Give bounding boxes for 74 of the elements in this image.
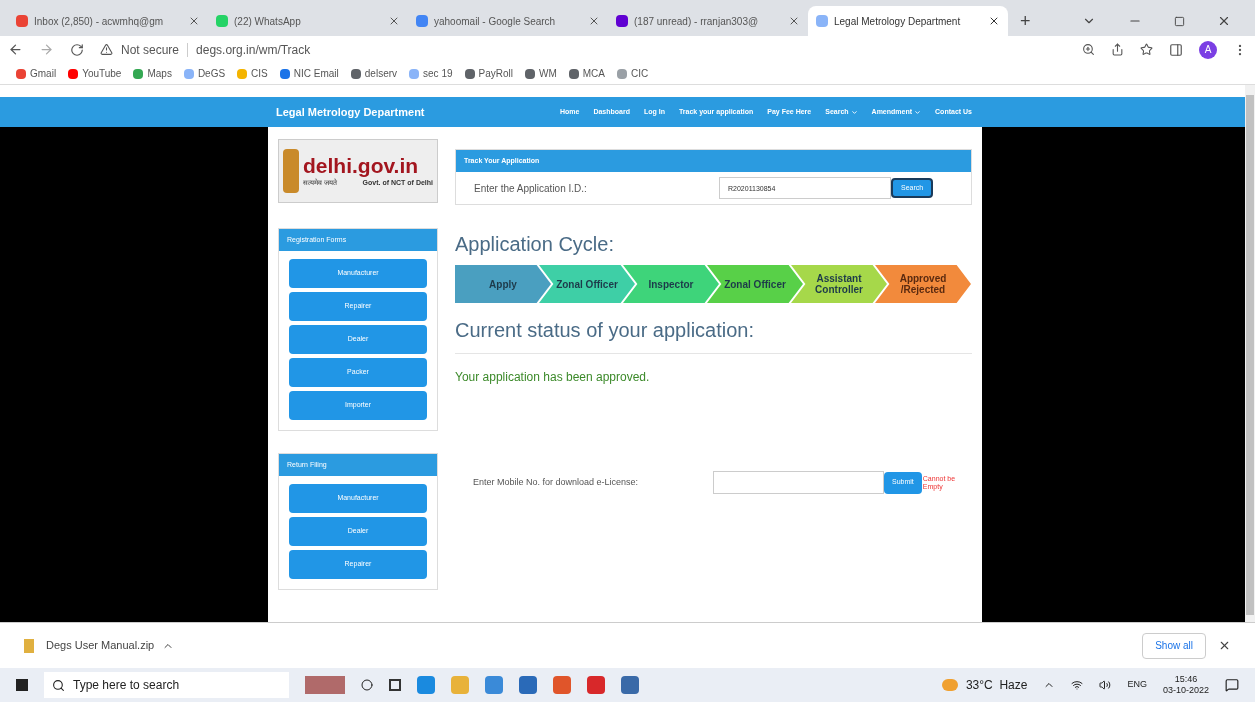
taskbar-app-icon[interactable] xyxy=(519,676,537,694)
security-label: Not secure xyxy=(121,41,180,59)
tab-title: yahoomail - Google Search xyxy=(434,14,557,29)
tab-title: Legal Metrology Department xyxy=(834,14,962,29)
browser-tab[interactable]: (187 unread) - rranjan303@ xyxy=(608,6,808,36)
task-view-icon[interactable] xyxy=(389,679,401,691)
caret-icon xyxy=(850,108,858,116)
weather-text[interactable]: 33°C Haze xyxy=(965,676,1028,694)
tab-title: (22) WhatsApp xyxy=(234,14,302,29)
tab-title: (187 unread) - rranjan303@ xyxy=(634,14,760,29)
tab-title: Inbox (2,850) - acwmhq@gm xyxy=(34,14,165,29)
tab-favicon-icon xyxy=(616,15,628,27)
bookmark[interactable]: MCA xyxy=(568,66,605,81)
side-panel-icon[interactable] xyxy=(1169,42,1183,57)
bookmark[interactable]: YouTube xyxy=(68,66,122,81)
profile-avatar[interactable]: A xyxy=(1199,40,1217,59)
close-icon[interactable] xyxy=(788,15,800,27)
bookmark[interactable]: DeGS xyxy=(183,66,226,81)
bookmark[interactable]: PayRoll xyxy=(464,66,513,81)
mobile-number-field[interactable] xyxy=(713,471,884,494)
bookmark[interactable]: CIS xyxy=(237,66,268,81)
taskbar-search-field[interactable]: Type here to search xyxy=(44,672,289,698)
browser-tab[interactable]: yahoomail - Google Search xyxy=(408,6,608,36)
section-title: Application Cycle: xyxy=(455,232,615,257)
caret-icon xyxy=(914,108,922,116)
field-label: Enter the Application I.D.: xyxy=(474,181,588,196)
taskbar-app-icon[interactable] xyxy=(621,676,639,694)
share-icon[interactable] xyxy=(1111,43,1124,56)
tab-favicon-icon xyxy=(416,15,428,27)
cycle-step: Approved /Rejected xyxy=(875,265,971,303)
speaker-icon[interactable] xyxy=(1099,679,1112,691)
logo-title: delhi.gov.in xyxy=(303,153,420,178)
notification-icon[interactable] xyxy=(1225,678,1239,692)
bookmark[interactable]: WM xyxy=(525,66,557,81)
bookmark[interactable]: NIC Email xyxy=(279,66,339,81)
clock-time[interactable]: 15:46 xyxy=(1174,674,1198,685)
show-all-button[interactable]: Show all xyxy=(1142,632,1206,659)
close-icon[interactable] xyxy=(588,15,600,27)
taskbar-app-icon[interactable] xyxy=(587,676,605,694)
browser-tab[interactable]: Legal Metrology Department xyxy=(808,6,1008,36)
zoom-icon[interactable] xyxy=(1082,43,1095,56)
warning-icon xyxy=(100,43,113,56)
close-icon[interactable] xyxy=(1218,639,1231,652)
scrollbar[interactable] xyxy=(1245,85,1255,622)
close-icon[interactable] xyxy=(188,15,200,27)
bookmark[interactable]: sec 19 xyxy=(409,66,453,81)
close-icon[interactable] xyxy=(388,15,400,27)
bookmark[interactable]: delserv xyxy=(350,66,398,81)
star-icon[interactable] xyxy=(1140,43,1153,56)
browser-tab[interactable]: Inbox (2,850) - acwmhq@gm xyxy=(8,6,208,36)
section-title: Current status of your application: xyxy=(455,315,972,354)
tab-favicon-icon xyxy=(216,15,228,27)
bookmark[interactable]: Maps xyxy=(133,66,172,81)
clock-date[interactable]: 03-10-2022 xyxy=(1162,685,1209,696)
address-bar[interactable]: Not secure degs.org.in/wm/Track xyxy=(100,38,1066,61)
bookmark[interactable]: CIC xyxy=(617,66,649,81)
tab-favicon-icon xyxy=(816,15,828,27)
browser-tab[interactable]: (22) WhatsApp xyxy=(208,6,408,36)
bookmark[interactable]: Gmail xyxy=(16,66,57,81)
url-text: degs.org.in/wm/Track xyxy=(196,41,311,59)
search-icon xyxy=(52,678,65,692)
close-icon[interactable] xyxy=(988,15,1000,27)
reload-icon[interactable] xyxy=(70,42,84,57)
language-indicator[interactable]: ENG xyxy=(1127,678,1147,692)
back-icon[interactable] xyxy=(8,42,23,57)
status-message: Your application has been approved. xyxy=(455,369,651,386)
new-tab-button[interactable]: + xyxy=(1008,6,1043,36)
search-placeholder: Type here to search xyxy=(73,677,180,694)
close-icon[interactable] xyxy=(1217,14,1231,28)
field-label: Enter Mobile No. for download e-License: xyxy=(473,475,640,489)
restore-icon[interactable] xyxy=(1174,15,1185,27)
network-icon[interactable] xyxy=(1071,679,1084,691)
tab-favicon-icon xyxy=(16,15,28,27)
download-item[interactable]: Degs User Manual.zip xyxy=(46,637,206,654)
